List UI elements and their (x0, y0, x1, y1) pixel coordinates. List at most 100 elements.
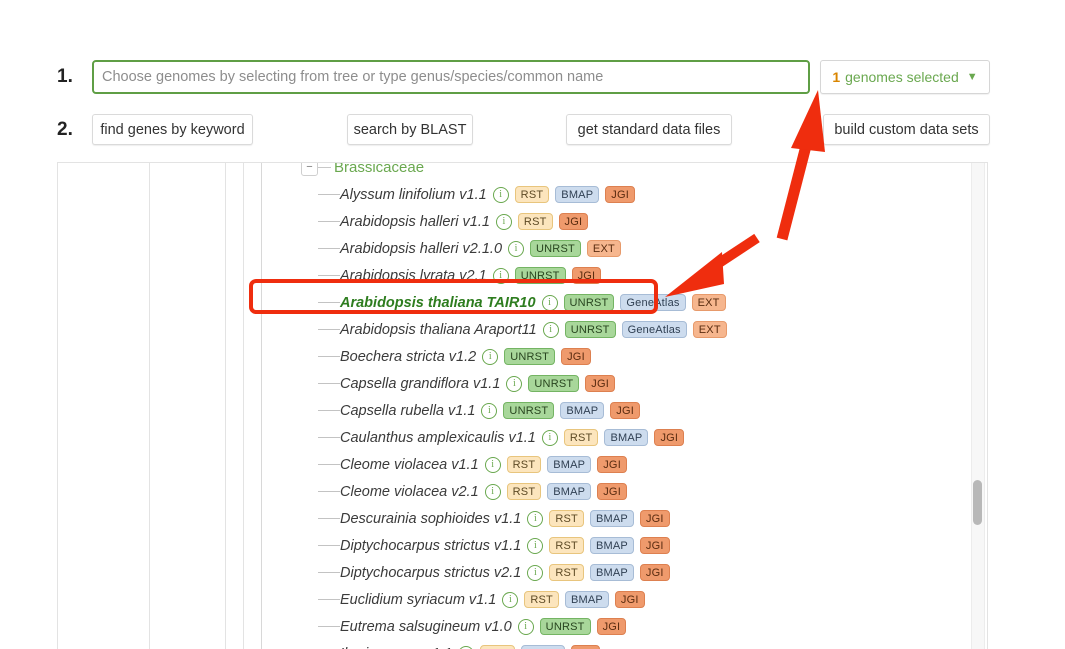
badge-rst[interactable]: RST (506, 483, 542, 500)
info-icon[interactable]: i (508, 240, 525, 257)
badge-ext[interactable]: EXT (691, 294, 726, 311)
badge-bmap[interactable]: BMAP (589, 537, 634, 554)
badge-unrst[interactable]: UNRST (530, 240, 581, 257)
genome-name[interactable]: Boechera stricta v1.2 (340, 349, 476, 365)
badge-jgi[interactable]: JGI (571, 267, 602, 284)
badge-ext[interactable]: EXT (586, 240, 621, 257)
info-icon[interactable]: i (506, 375, 523, 392)
info-icon[interactable]: i (542, 321, 559, 338)
genome-name[interactable]: Descurainia sophioides v1.1 (340, 511, 521, 527)
info-icon[interactable]: i (492, 186, 509, 203)
info-icon[interactable]: i (541, 429, 558, 446)
badge-unrst[interactable]: UNRST (528, 375, 580, 392)
tree-row[interactable]: Diptychocarpus strictus v2.1 i RST BMAP JGI (58, 559, 987, 586)
genome-name[interactable]: Euclidium syriacum v1.1 (340, 592, 496, 608)
info-icon[interactable]: i (527, 537, 544, 554)
badge-jgi[interactable]: JGI (597, 483, 627, 500)
find-genes-by-keyword-button[interactable]: find genes by keyword (92, 114, 253, 145)
badge-jgi[interactable]: JGI (614, 591, 645, 608)
genome-name[interactable]: Diptychocarpus strictus v1.1 (340, 538, 521, 554)
badge-bmap[interactable]: BMAP (589, 564, 634, 581)
badge-rst[interactable]: RST (549, 564, 584, 581)
info-icon[interactable]: i (482, 348, 499, 365)
tree-row[interactable]: Arabidopsis halleri v2.1.0 i UNRST EXT (58, 235, 987, 262)
badge-bmap[interactable]: BMAP (564, 591, 609, 608)
badge-bmap[interactable]: BMAP (589, 510, 634, 527)
badge-jgi[interactable]: JGI (596, 618, 627, 635)
badge-jgi[interactable]: JGI (605, 186, 635, 203)
genome-name[interactable]: Arabidopsis lyrata v2.1 (340, 268, 487, 284)
info-icon[interactable]: i (492, 267, 509, 284)
genome-name[interactable]: Arabidopsis thaliana TAIR10 (340, 295, 536, 311)
tree-row[interactable]: Eutrema salsugineum v1.0 i UNRST JGI (58, 613, 987, 640)
info-icon[interactable]: i (458, 645, 475, 649)
build-custom-data-sets-button[interactable]: build custom data sets (823, 114, 990, 145)
badge-rst[interactable]: RST (524, 591, 559, 608)
tree-row[interactable]: Arabidopsis halleri v1.1 i RST JGI (58, 208, 987, 235)
tree-row-selected[interactable]: Arabidopsis thaliana TAIR10 i UNRST GeneAtl… (58, 289, 987, 316)
tree-row[interactable]: Capsella rubella v1.1 i UNRST BMAP JGI (58, 397, 987, 424)
info-icon[interactable]: i (484, 483, 501, 500)
genome-name[interactable]: Capsella rubella v1.1 (340, 403, 475, 419)
get-standard-data-files-button[interactable]: get standard data files (566, 114, 732, 145)
badge-jgi[interactable]: JGI (654, 429, 685, 446)
badge-jgi[interactable]: JGI (639, 564, 670, 581)
badge-bmap[interactable]: BMAP (547, 456, 592, 473)
badge-jgi[interactable]: JGI (558, 213, 589, 230)
genome-name[interactable]: Iberis amara v1.1 (340, 646, 452, 649)
badge-bmap[interactable]: BMAP (604, 429, 649, 446)
tree-row[interactable]: Cleome violacea v2.1 i RST BMAP JGI (58, 478, 987, 505)
badge-unrst[interactable]: UNRST (539, 618, 591, 635)
badge-jgi[interactable]: JGI (570, 645, 601, 649)
badge-bmap[interactable]: BMAP (560, 402, 605, 419)
badge-geneatlas[interactable]: GeneAtlas (620, 294, 686, 311)
info-icon[interactable]: i (484, 456, 501, 473)
genome-search-input[interactable] (92, 60, 810, 94)
info-icon[interactable]: i (502, 591, 519, 608)
badge-jgi[interactable]: JGI (610, 402, 641, 419)
genome-name[interactable]: Diptychocarpus strictus v2.1 (340, 565, 521, 581)
tree-row[interactable]: Cleome violacea v1.1 i RST BMAP JGI (58, 451, 987, 478)
badge-rst[interactable]: RST (514, 186, 550, 203)
badge-unrst[interactable]: UNRST (514, 267, 566, 284)
info-icon[interactable]: i (541, 294, 558, 311)
genome-name[interactable]: Alyssum linifolium v1.1 (340, 187, 487, 203)
genome-name[interactable]: Arabidopsis halleri v1.1 (340, 214, 490, 230)
badge-ext[interactable]: EXT (692, 321, 727, 338)
genome-name[interactable]: Cleome violacea v2.1 (340, 484, 479, 500)
genome-name[interactable]: Capsella grandiflora v1.1 (340, 376, 500, 392)
tree-scrollbar-track[interactable] (971, 163, 985, 649)
badge-rst[interactable]: RST (549, 537, 584, 554)
badge-bmap[interactable]: BMAP (555, 186, 600, 203)
badge-rst[interactable]: RST (517, 213, 553, 230)
genome-name[interactable]: Cleome violacea v1.1 (340, 457, 479, 473)
genomes-selected-dropdown[interactable]: 1 genomes selected ▼ (820, 60, 990, 94)
info-icon[interactable]: i (495, 213, 512, 230)
genome-name[interactable]: Eutrema salsugineum v1.0 (340, 619, 512, 635)
tree-row[interactable]: Diptychocarpus strictus v1.1 i RST BMAP JGI (58, 532, 987, 559)
badge-jgi[interactable]: JGI (561, 348, 591, 365)
genome-name[interactable]: Caulanthus amplexicaulis v1.1 (340, 430, 536, 446)
tree-scrollbar-thumb[interactable] (973, 480, 982, 525)
tree-row[interactable]: Caulanthus amplexicaulis v1.1 i RST BMAP JGI (58, 424, 987, 451)
search-by-blast-button[interactable]: search by BLAST (347, 114, 473, 145)
badge-rst[interactable]: RST (563, 429, 599, 446)
badge-jgi[interactable]: JGI (639, 537, 670, 554)
genome-name[interactable]: Arabidopsis thaliana Araport11 (340, 322, 537, 338)
info-icon[interactable]: i (527, 510, 544, 527)
badge-rst[interactable]: RST (480, 645, 515, 649)
genome-name[interactable]: Arabidopsis halleri v2.1.0 (340, 241, 502, 257)
badge-jgi[interactable]: JGI (597, 456, 627, 473)
tree-row[interactable]: Euclidium syriacum v1.1 i RST BMAP JGI (58, 586, 987, 613)
badge-unrst[interactable]: UNRST (564, 321, 616, 338)
info-icon[interactable]: i (481, 402, 498, 419)
tree-row[interactable]: Arabidopsis thaliana Araport11 i UNRST Gene… (58, 316, 987, 343)
tree-row[interactable]: Descurainia sophioides v1.1 i RST BMAP JGI (58, 505, 987, 532)
badge-unrst[interactable]: UNRST (503, 402, 555, 419)
tree-row[interactable]: Capsella grandiflora v1.1 i UNRST JGI (58, 370, 987, 397)
badge-geneatlas[interactable]: GeneAtlas (621, 321, 687, 338)
info-icon[interactable]: i (517, 618, 534, 635)
badge-jgi[interactable]: JGI (639, 510, 670, 527)
tree-row[interactable]: Arabidopsis lyrata v2.1 i UNRST JGI (58, 262, 987, 289)
badge-rst[interactable]: RST (549, 510, 584, 527)
